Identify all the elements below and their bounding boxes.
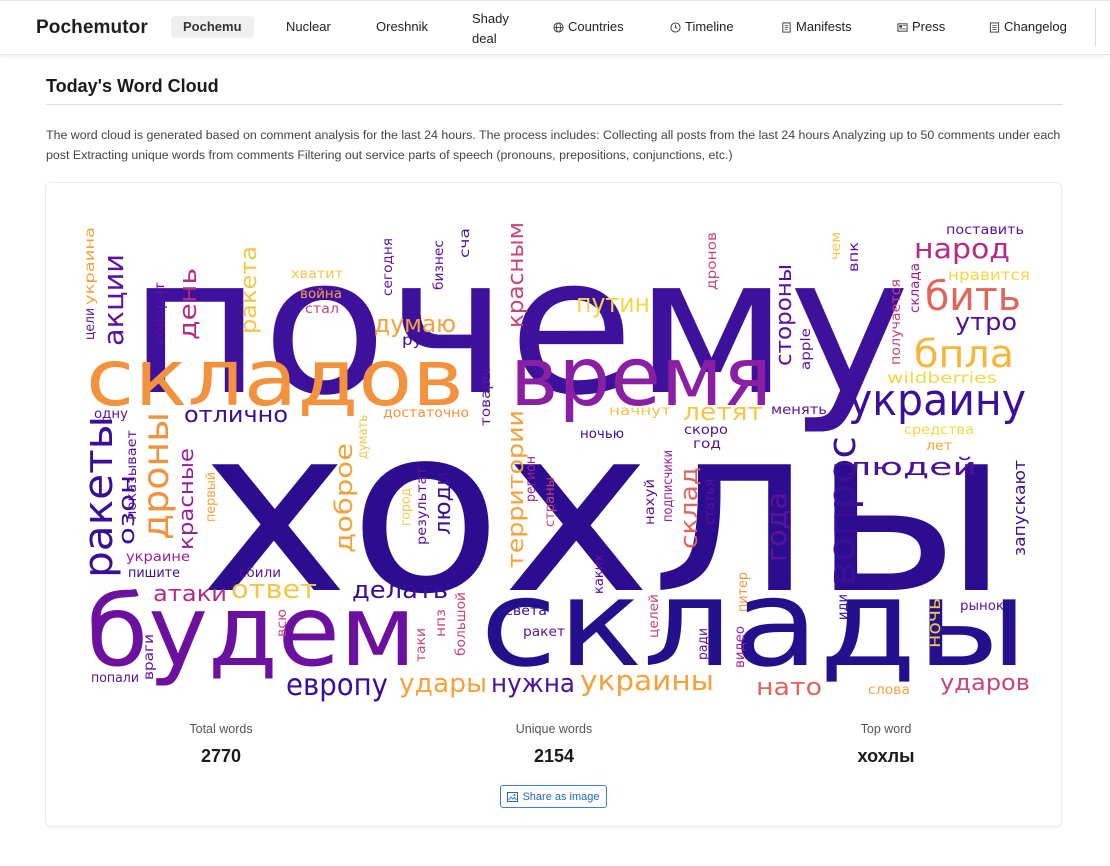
word-statya: статья bbox=[703, 479, 718, 525]
word-popali: попали bbox=[91, 671, 139, 686]
word-krasnye: красные bbox=[174, 448, 198, 550]
word-chem: чем bbox=[829, 232, 844, 260]
stat-unique-value: 2154 bbox=[533, 746, 575, 766]
word-apple: apple bbox=[799, 328, 814, 370]
word-noch: ночь bbox=[924, 598, 945, 648]
word-bolshoy: большой bbox=[454, 592, 469, 656]
word-gorod: город bbox=[399, 488, 414, 526]
word-pokazyvaet: показывает bbox=[125, 430, 140, 520]
word-rezultat: результат bbox=[415, 467, 430, 545]
stat-top-value: хохлы bbox=[857, 746, 915, 766]
word-sveta: света bbox=[505, 604, 547, 619]
word-stal: стал bbox=[305, 302, 339, 317]
word-nakhuy: нахуй bbox=[643, 479, 658, 525]
word-video: видео bbox=[733, 626, 748, 668]
word-piter: питер bbox=[736, 572, 751, 612]
stat-total-value: 2770 bbox=[200, 746, 242, 766]
word-tseley: целей bbox=[647, 594, 662, 638]
word-segodnya: сегодня bbox=[381, 238, 396, 296]
word-sredstva: средства bbox=[904, 423, 974, 438]
word-idi: иди bbox=[836, 594, 851, 620]
word-nato: нато bbox=[756, 673, 822, 701]
word-udary: удары bbox=[399, 669, 487, 699]
word-nravitsya: нравится bbox=[948, 266, 1030, 284]
word-letyat: летят bbox=[683, 398, 763, 426]
word-skoro: скоро bbox=[684, 423, 728, 438]
word-krasnym: красным bbox=[504, 222, 529, 328]
word-region: регион bbox=[524, 456, 539, 502]
word-tovary: товары bbox=[479, 368, 494, 426]
image-icon bbox=[507, 791, 519, 802]
stat-total-words: Total words 2770 bbox=[101, 722, 341, 767]
word-scha: сча bbox=[458, 228, 473, 258]
word-ukrainy: украины bbox=[580, 664, 714, 697]
word-nachnut: начнут bbox=[609, 404, 672, 419]
word-russkikh: русских bbox=[402, 331, 472, 349]
share-button-label: Share as image bbox=[522, 790, 600, 803]
word-sklad: склад bbox=[675, 467, 703, 549]
word-dronov: дронов bbox=[705, 232, 720, 290]
word-slova: слова bbox=[868, 683, 910, 698]
word-den: день bbox=[174, 268, 202, 340]
word-biznes: бизнес bbox=[432, 240, 447, 290]
word-nuzhna: нужна bbox=[491, 669, 575, 699]
word-vragi: враги bbox=[142, 634, 157, 680]
word-udarov: ударов bbox=[940, 671, 1030, 696]
word-ataki: атаки bbox=[153, 582, 227, 607]
word-vsyu: всю bbox=[275, 609, 290, 637]
word-dostatochno: достаточно bbox=[383, 406, 469, 421]
word-storony: стороны bbox=[772, 264, 797, 366]
word-putin: путин bbox=[576, 289, 650, 319]
word-raket: ракет bbox=[523, 625, 565, 640]
word-kakikh: каких bbox=[592, 554, 607, 594]
word-dumat: думать bbox=[356, 415, 371, 459]
word-sbili: сбили bbox=[239, 566, 281, 581]
word-lyudey: людей bbox=[847, 453, 977, 481]
word-drony: дроны bbox=[136, 412, 177, 540]
word-raketa: ракета bbox=[237, 246, 262, 334]
word-voyna: война bbox=[300, 287, 342, 302]
word-pervyy: первый bbox=[204, 472, 219, 522]
word-vopros: вопрос bbox=[820, 436, 864, 586]
stat-total-label: Total words bbox=[189, 722, 253, 736]
stat-unique-label: Unique words bbox=[515, 722, 593, 736]
word-taki: таки bbox=[414, 628, 429, 662]
word-let: лет bbox=[926, 439, 952, 454]
word-delat: делать bbox=[352, 576, 448, 604]
word-lyudi: люди bbox=[431, 471, 456, 535]
word-zapuskayut: запускают bbox=[1010, 460, 1029, 556]
word-nochyu: ночью bbox=[580, 427, 624, 442]
word-wildberries: wildberries bbox=[887, 369, 997, 387]
word-vpk: впк bbox=[847, 242, 862, 272]
word-podpischiki: подписчики bbox=[661, 450, 676, 522]
word-postavit: поставить bbox=[946, 223, 1024, 238]
word-radi: ради bbox=[696, 628, 711, 660]
word-otlichno: отлично bbox=[184, 403, 288, 428]
word-ukraina: украина bbox=[83, 227, 98, 305]
word-god: год bbox=[693, 437, 721, 452]
word-evropu: европу bbox=[286, 668, 388, 703]
word-strany: страны bbox=[543, 477, 558, 527]
word-utro: утро bbox=[955, 308, 1017, 336]
stat-top-word: Top word хохлы bbox=[766, 722, 1006, 767]
word-ukraine: украине bbox=[126, 550, 190, 565]
word-npz: нпз bbox=[434, 609, 449, 637]
word-govoryat: говорят bbox=[153, 282, 168, 344]
stat-top-label: Top word bbox=[860, 722, 912, 736]
word-dobroe: доброе bbox=[330, 443, 358, 553]
word-pishite: пишите bbox=[128, 566, 180, 581]
word-poluchaetsya: получается bbox=[889, 279, 904, 365]
word-aktsii: акции bbox=[97, 254, 130, 346]
share-as-image-button[interactable]: Share as image bbox=[500, 785, 607, 808]
stat-unique-words: Unique words 2154 bbox=[434, 722, 674, 767]
word-rynok: рынок bbox=[960, 599, 1004, 614]
word-khvatit: хватит bbox=[291, 267, 343, 282]
word-menyat: менять bbox=[771, 403, 827, 418]
word-goda: года bbox=[760, 492, 793, 562]
word-tseli: цели bbox=[83, 308, 98, 340]
word-sklada: склада bbox=[908, 263, 923, 313]
